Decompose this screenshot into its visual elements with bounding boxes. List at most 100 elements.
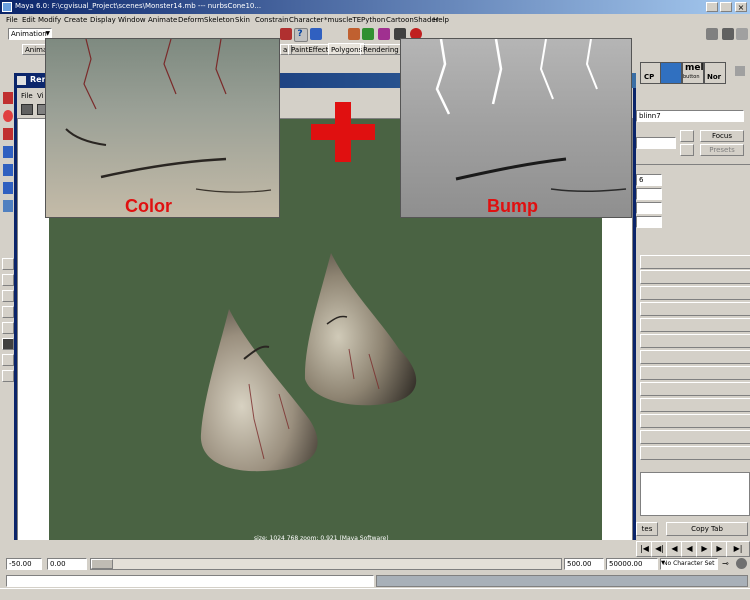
help-icon[interactable]: ? <box>294 28 306 40</box>
close-button[interactable]: × <box>735 2 747 12</box>
attribute-field-2[interactable] <box>636 188 662 200</box>
layout-hypershade-icon[interactable] <box>2 338 14 350</box>
shelf-cube-icon[interactable] <box>660 62 682 84</box>
ipr-icon[interactable] <box>362 28 374 40</box>
menu-create[interactable]: Create <box>64 16 87 24</box>
layout-four-icon[interactable] <box>2 274 14 286</box>
attr-strip-11[interactable] <box>640 414 750 428</box>
render-icon[interactable] <box>348 28 360 40</box>
menu-deform[interactable]: Deform <box>178 16 204 24</box>
menu-animate[interactable]: Animate <box>148 16 177 24</box>
command-input[interactable] <box>6 575 374 587</box>
rotate-tool-icon[interactable] <box>3 164 13 176</box>
menu-edit[interactable]: Edit <box>22 16 36 24</box>
attr-strip-5[interactable] <box>640 318 750 332</box>
render-menu-view[interactable]: Vi <box>37 92 44 100</box>
presets-button[interactable]: Presets <box>700 144 744 156</box>
attribute-field-4[interactable] <box>636 216 662 228</box>
attr-strip-1[interactable] <box>640 255 750 269</box>
layout-persp-icon[interactable] <box>2 354 14 366</box>
grid-icon[interactable] <box>706 28 718 40</box>
attribute-editor-icon[interactable] <box>736 28 748 40</box>
menu-skin[interactable]: Skin <box>235 16 250 24</box>
color-vein-2 <box>163 39 177 95</box>
menu-skeleton[interactable]: Skeleton <box>204 16 234 24</box>
start-time-field[interactable]: -50.00 <box>6 558 42 570</box>
bump-texture: Bump <box>400 38 632 218</box>
globals-icon[interactable] <box>378 28 390 40</box>
menu-window[interactable]: Window <box>118 16 146 24</box>
manipulator-tool-icon[interactable] <box>3 200 13 212</box>
attr-strip-13[interactable] <box>640 446 750 460</box>
menu-character[interactable]: Character <box>289 16 324 24</box>
attr-strip-8[interactable] <box>640 366 750 380</box>
attr-strip-4[interactable] <box>640 302 750 316</box>
copy-icon[interactable] <box>680 144 694 156</box>
menu-modify[interactable]: Modify <box>38 16 61 24</box>
tes-button[interactable]: tes <box>636 522 658 536</box>
range-end-value: 50000.00 <box>609 560 643 568</box>
attribute-field[interactable]: 6 <box>636 174 662 186</box>
menu-muscle[interactable]: *muscleTE <box>324 16 361 24</box>
menubar: File Edit Modify Create Display Window A… <box>0 14 750 26</box>
current-start-field[interactable]: 0.00 <box>47 558 87 570</box>
attr-strip-7[interactable] <box>640 350 750 364</box>
layout-outliner-icon[interactable] <box>2 306 14 318</box>
range-end-field[interactable]: 50000.00 <box>606 558 658 570</box>
menu-help[interactable]: Help <box>433 16 449 24</box>
color-crack-1 <box>65 128 107 146</box>
selection-mask-icon[interactable] <box>280 28 292 40</box>
maximize-button[interactable] <box>720 2 732 12</box>
range-slider-handle[interactable] <box>91 559 113 569</box>
menu-file[interactable]: File <box>6 16 18 24</box>
node-name-value: blinn7 <box>639 112 661 120</box>
attr-strip-9[interactable] <box>640 382 750 396</box>
shelf-tab-rendering[interactable]: Rendering <box>360 44 402 55</box>
shelf-menu-icon[interactable] <box>735 66 745 76</box>
attr-strip-6[interactable] <box>640 334 750 348</box>
layout-graph-icon[interactable] <box>2 322 14 334</box>
render-menu-file[interactable]: File <box>21 92 33 100</box>
bump-crack-2 <box>550 188 627 193</box>
attribute-field-3[interactable] <box>636 202 662 214</box>
color-vein-1 <box>83 39 97 110</box>
menu-display[interactable]: Display <box>90 16 116 24</box>
minimize-button[interactable] <box>706 2 718 12</box>
render-region-icon[interactable] <box>21 104 33 115</box>
move-tool-icon[interactable] <box>3 146 13 158</box>
key-icon[interactable]: ⊸ <box>722 559 729 568</box>
select-tool-icon[interactable] <box>3 92 13 104</box>
copy-tab-button[interactable]: Copy Tab <box>666 522 748 536</box>
layout-side-icon[interactable] <box>2 290 14 302</box>
layout-script-icon[interactable] <box>2 370 14 382</box>
color-texture-cracks <box>65 39 272 193</box>
color-label: Color <box>125 196 172 216</box>
history-icon[interactable] <box>310 28 322 40</box>
attr-strip-2[interactable] <box>640 270 750 284</box>
layout-single-icon[interactable] <box>2 258 14 270</box>
color-vein-3 <box>215 39 227 95</box>
focus-button[interactable]: Focus <box>700 130 744 142</box>
go-to-end-button[interactable]: ▶| <box>726 541 750 557</box>
scale-tool-icon[interactable] <box>3 182 13 194</box>
menu-constrain[interactable]: Constrain <box>255 16 289 24</box>
time-slider[interactable] <box>0 540 636 554</box>
shelf-mel-icon[interactable]: mel button <box>682 62 704 84</box>
menu-python[interactable]: Python <box>361 16 385 24</box>
node-path-field[interactable] <box>636 137 676 149</box>
shelf-cp-icon[interactable]: CP <box>640 62 662 84</box>
select-icon[interactable] <box>680 130 694 142</box>
attr-strip-12[interactable] <box>640 430 750 444</box>
lasso-tool-icon[interactable] <box>3 110 13 122</box>
menu-cartoonshader[interactable]: CartoonShader <box>386 16 439 24</box>
character-set-dropdown[interactable]: No Character Set ▼ <box>660 558 718 570</box>
channel-box-icon[interactable] <box>722 28 734 40</box>
node-name-field[interactable]: blinn7 <box>636 110 744 122</box>
preferences-icon[interactable] <box>736 558 747 569</box>
attr-strip-3[interactable] <box>640 286 750 300</box>
paint-tool-icon[interactable] <box>3 128 13 140</box>
attr-strip-10[interactable] <box>640 398 750 412</box>
end-time-field[interactable]: 500.00 <box>564 558 604 570</box>
shelf-nor-icon[interactable]: Nor <box>704 62 726 84</box>
range-slider[interactable] <box>90 558 562 570</box>
